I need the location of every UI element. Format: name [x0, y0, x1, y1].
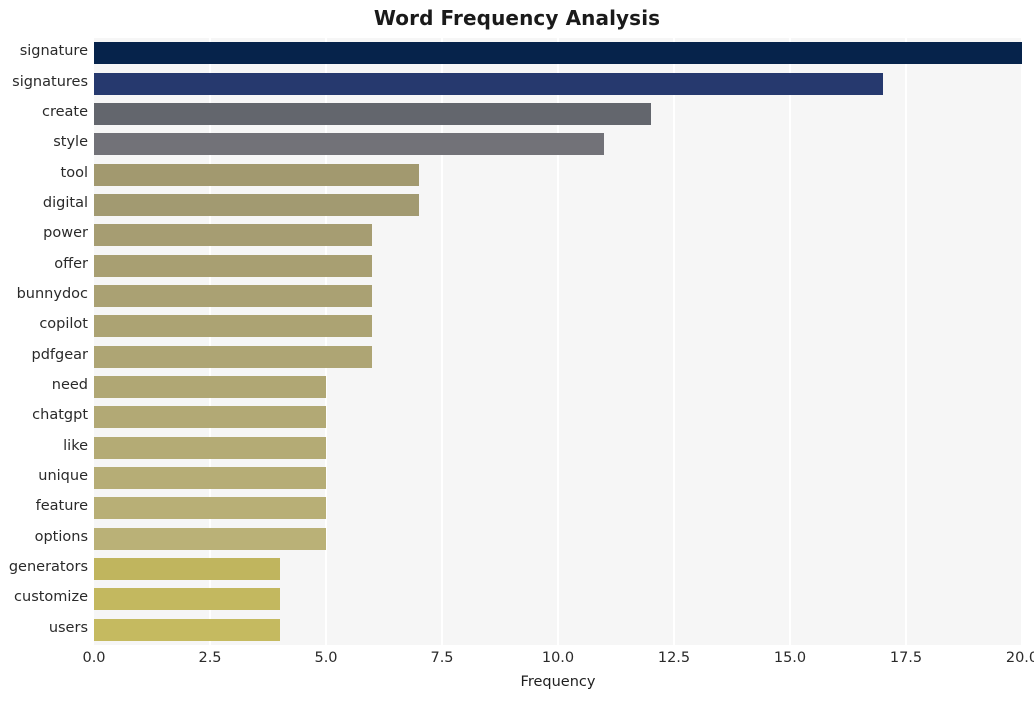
y-tick-label: copilot: [39, 316, 88, 333]
bar: [94, 467, 326, 490]
gridline: [441, 38, 443, 645]
gridline: [209, 38, 211, 645]
y-tick-label: pdfgear: [31, 346, 89, 363]
y-tick-label: like: [63, 437, 88, 454]
bar: [94, 376, 326, 399]
bar: [94, 42, 1022, 65]
bar: [94, 315, 373, 338]
x-tick-label: 0.0: [82, 650, 106, 666]
y-tick-label: feature: [35, 498, 88, 515]
bar: [94, 497, 326, 520]
bar: [94, 406, 326, 429]
y-tick-label: offer: [54, 255, 88, 272]
gridline: [789, 38, 791, 645]
y-tick-label: chatgpt: [32, 407, 88, 424]
y-tick-label: power: [43, 225, 88, 242]
y-tick-label: options: [34, 528, 88, 545]
x-tick-label: 12.5: [657, 650, 691, 666]
bar: [94, 254, 373, 277]
bar: [94, 618, 280, 641]
bar: [94, 284, 373, 307]
bar: [94, 72, 883, 95]
plot-area: [94, 38, 1022, 645]
y-tick-label: users: [48, 619, 88, 636]
bar: [94, 558, 280, 581]
chart-figure: Word Frequency Analysis signature signatu…: [0, 0, 1034, 701]
x-tick-label: 20.0: [1005, 650, 1034, 666]
gridline: [905, 38, 907, 645]
y-tick-label: signature: [19, 43, 88, 60]
x-tick-label: 15.0: [773, 650, 807, 666]
gridline: [1021, 38, 1022, 645]
x-axis-label: Frequency: [520, 674, 596, 690]
bar: [94, 527, 326, 550]
x-tick-label: 10.0: [541, 650, 575, 666]
bar: [94, 133, 605, 156]
y-tick-label: style: [53, 134, 88, 151]
y-tick-label: bunnydoc: [16, 285, 88, 302]
gridline: [673, 38, 675, 645]
y-tick-label: unique: [38, 468, 88, 485]
y-tick-label: tool: [60, 164, 88, 181]
bar: [94, 193, 419, 216]
x-tick-label: 5.0: [314, 650, 338, 666]
bar: [94, 436, 326, 459]
gridline: [557, 38, 559, 645]
x-tick-label: 17.5: [889, 650, 923, 666]
bar: [94, 102, 651, 125]
y-tick-label: create: [41, 103, 88, 120]
chart-title: Word Frequency Analysis: [373, 6, 661, 30]
bar: [94, 163, 419, 186]
y-tick-label: need: [51, 377, 88, 394]
gridline: [325, 38, 327, 645]
y-tick-label: generators: [8, 559, 88, 576]
bar: [94, 224, 373, 247]
bar: [94, 588, 280, 611]
y-tick-label: digital: [42, 194, 88, 211]
x-tick-label: 2.5: [198, 650, 222, 666]
bar: [94, 345, 373, 368]
y-axis-tick-labels: signature signatures create style tool digita…: [0, 38, 88, 645]
x-axis-tick-labels: 0.0 2.5 5.0 7.5 10.0 12.5 15.0 17.5 20.0: [82, 645, 1034, 669]
y-tick-label: customize: [14, 589, 88, 606]
y-tick-label: signatures: [12, 73, 88, 90]
x-tick-label: 7.5: [430, 650, 454, 666]
